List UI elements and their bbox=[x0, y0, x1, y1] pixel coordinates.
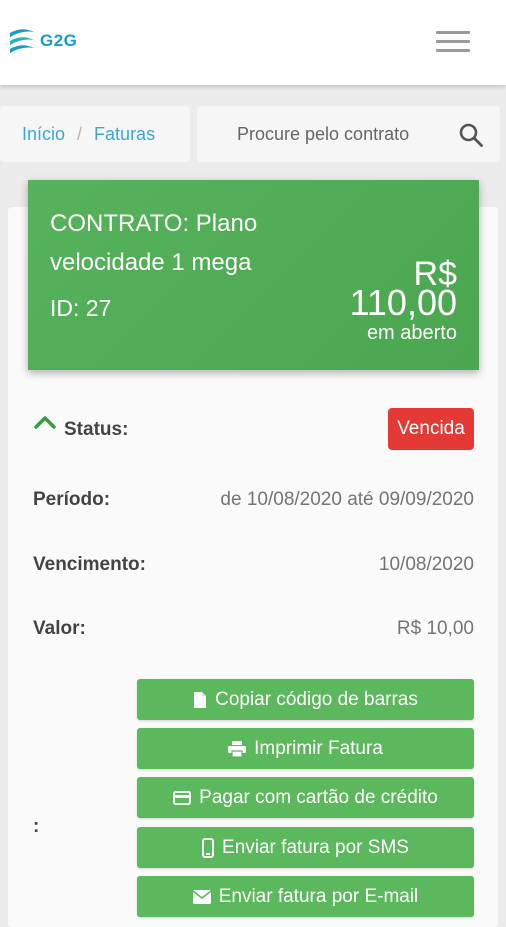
status-badge: Vencida bbox=[388, 408, 474, 450]
chevron-up-icon[interactable] bbox=[33, 414, 57, 430]
print-invoice-label: Imprimir Fatura bbox=[254, 737, 383, 759]
contract-banner: CONTRATO: Plano velocidade 1 mega ID: 27… bbox=[28, 180, 479, 370]
amount-value: 110,00 bbox=[349, 282, 457, 323]
contract-title: CONTRATO: Plano velocidade 1 mega bbox=[50, 210, 258, 276]
top-app-bar: G2G bbox=[0, 0, 506, 85]
envelope-icon bbox=[192, 889, 211, 904]
period-value: de 10/08/2020 até 09/09/2020 bbox=[220, 489, 474, 510]
copy-barcode-button[interactable]: Copiar código de barras bbox=[137, 679, 474, 720]
credit-card-icon bbox=[173, 790, 192, 805]
send-email-button[interactable]: Enviar fatura por E-mail bbox=[137, 876, 474, 917]
breadcrumb-home-link[interactable]: Início bbox=[22, 124, 65, 145]
send-sms-button[interactable]: Enviar fatura por SMS bbox=[137, 827, 474, 868]
search-input[interactable] bbox=[197, 106, 447, 162]
actions-label: : bbox=[33, 816, 40, 837]
value-label: Valor: bbox=[33, 618, 86, 639]
value-value: R$ 10,00 bbox=[396, 618, 474, 639]
send-email-label: Enviar fatura por E-mail bbox=[218, 885, 419, 907]
due-date-value: 10/08/2020 bbox=[378, 554, 474, 575]
breadcrumb-separator: / bbox=[77, 123, 83, 144]
g2g-logo-icon bbox=[10, 29, 34, 53]
search-icon[interactable] bbox=[458, 122, 484, 148]
logo-text: G2G bbox=[40, 31, 78, 50]
amount-status: em aberto bbox=[366, 322, 457, 344]
contract-id: ID: 27 bbox=[50, 295, 112, 321]
mobile-icon bbox=[202, 837, 215, 858]
g2g-logo[interactable]: G2G bbox=[8, 24, 77, 58]
print-invoice-button[interactable]: Imprimir Fatura bbox=[137, 728, 474, 769]
send-sms-label: Enviar fatura por SMS bbox=[222, 836, 409, 858]
pay-credit-card-label: Pagar com cartão de crédito bbox=[199, 786, 438, 808]
contract-search bbox=[197, 106, 500, 162]
file-icon bbox=[194, 691, 207, 708]
menu-icon[interactable] bbox=[436, 31, 470, 53]
copy-barcode-label: Copiar código de barras bbox=[215, 688, 418, 710]
breadcrumb-current[interactable]: Faturas bbox=[94, 124, 155, 145]
status-label: Status: bbox=[64, 419, 129, 440]
pay-credit-card-button[interactable]: Pagar com cartão de crédito bbox=[137, 777, 474, 818]
print-icon bbox=[228, 740, 247, 757]
period-label: Período: bbox=[33, 489, 111, 510]
due-date-label: Vencimento: bbox=[33, 554, 146, 575]
breadcrumb: Início / Faturas bbox=[0, 106, 190, 162]
